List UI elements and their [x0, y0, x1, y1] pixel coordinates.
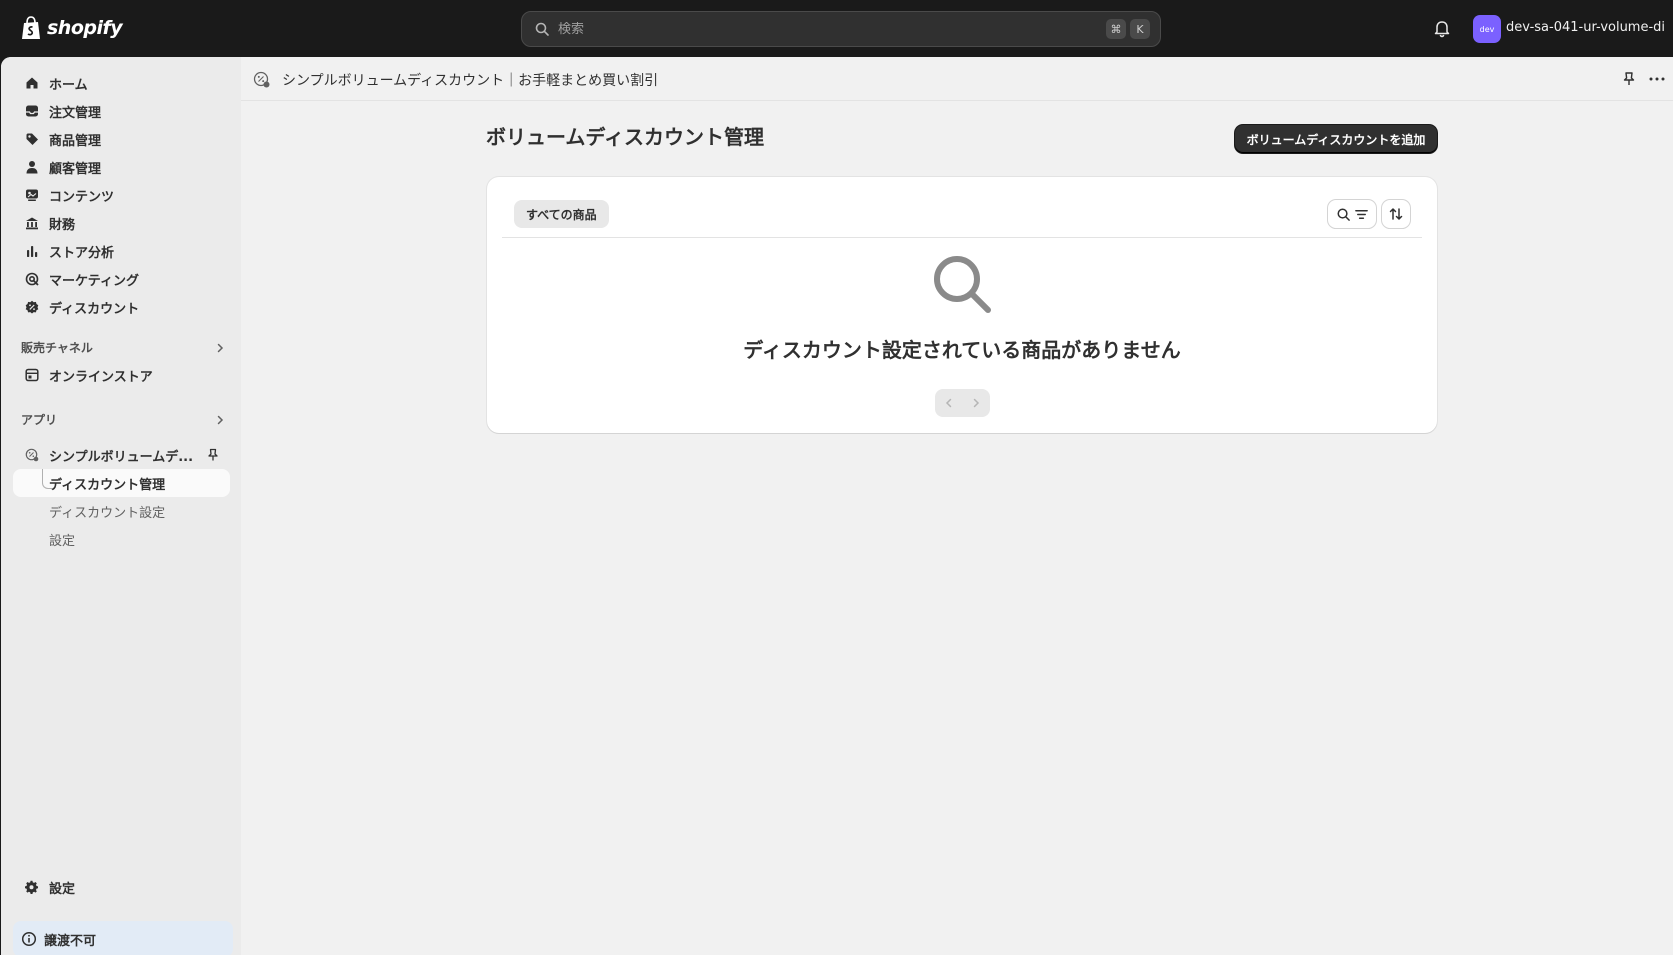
search-filter-button[interactable]	[1328, 200, 1376, 228]
tree-connector	[42, 469, 52, 489]
shopify-bag-icon	[22, 16, 40, 39]
discount-list-card: すべての商品 ディスカウント設定されている商品がありません	[487, 177, 1437, 433]
sidebar-item-label: 顧客管理	[49, 161, 102, 177]
page-title: ボリュームディスカウント管理	[486, 125, 764, 149]
more-options-icon[interactable]	[1648, 71, 1666, 87]
top-bar: shopify ⌘ K dev dev-sa-041-ur-volume-di.…	[0, 0, 1673, 57]
bell-icon[interactable]	[1432, 18, 1452, 38]
pagination	[935, 389, 990, 417]
brand-name: shopify	[47, 17, 123, 39]
sidebar-item-label: シンプルボリュームデ...	[49, 449, 194, 465]
chevron-right-icon	[217, 415, 224, 424]
sidebar-item-discounts[interactable]: ディスカウント	[13, 293, 230, 321]
gear-icon	[25, 880, 39, 894]
sidebar-item-label: ディスカウント設定	[49, 505, 166, 521]
shortcut-cmd-key: ⌘	[1106, 19, 1126, 39]
sort-button[interactable]	[1382, 200, 1410, 228]
tab-all-products[interactable]: すべての商品	[514, 200, 609, 228]
sidebar-item-label: オンラインストア	[49, 369, 153, 385]
sidebar-item-label: 財務	[49, 217, 76, 233]
sidebar-item-analytics[interactable]: ストア分析	[13, 237, 230, 265]
sidebar-subitem-discount-management[interactable]: ディスカウント管理	[13, 469, 230, 497]
sidebar-item-orders[interactable]: 注文管理	[13, 97, 230, 125]
pin-icon[interactable]	[206, 448, 220, 462]
store-icon	[25, 368, 39, 382]
magnifier-icon	[934, 256, 991, 313]
sales-channels-section[interactable]: 販売チャネル	[21, 339, 226, 356]
bank-icon	[26, 217, 38, 230]
main-content: シンプルボリュームディスカウント｜お手軽まとめ買い割引 ボリュームディスカウント…	[241, 57, 1673, 955]
inbox-icon	[26, 105, 38, 117]
sidebar-item-label: ストア分析	[49, 245, 115, 261]
sidebar-item-label: コンテンツ	[49, 189, 115, 205]
notice-label: 譲渡不可	[44, 933, 97, 949]
sidebar-item-online-store[interactable]: オンラインストア	[13, 361, 230, 389]
pin-icon[interactable]	[1621, 71, 1637, 87]
sidebar-item-label: 商品管理	[49, 133, 102, 149]
filter-icon	[1354, 209, 1368, 219]
sidebar-item-settings[interactable]: 設定	[13, 873, 230, 901]
sidebar: ホーム 注文管理 商品管理 顧客管理 コンテンツ 財務 ストア分析 マーケティン…	[1, 57, 241, 955]
shopify-logo[interactable]: shopify	[20, 16, 123, 40]
sidebar-item-label: 設定	[49, 533, 76, 549]
store-avatar[interactable]: dev	[1473, 15, 1501, 43]
chevron-right-icon	[974, 398, 980, 408]
apps-section[interactable]: アプリ	[21, 411, 226, 428]
sidebar-item-content[interactable]: コンテンツ	[13, 181, 230, 209]
empty-state-message: ディスカウント設定されている商品がありません	[743, 338, 1181, 362]
non-transferable-notice[interactable]: 譲渡不可	[13, 921, 233, 955]
sidebar-item-app[interactable]: シンプルボリュームデ...	[13, 441, 230, 469]
store-name[interactable]: dev-sa-041-ur-volume-di...	[1506, 20, 1666, 35]
sidebar-item-label: 注文管理	[49, 105, 102, 121]
bar-chart-icon	[27, 246, 38, 257]
sidebar-subitem-discount-settings[interactable]: ディスカウント設定	[13, 497, 230, 525]
content-icon	[26, 189, 38, 201]
previous-page-button[interactable]	[935, 389, 963, 417]
global-search[interactable]: ⌘ K	[521, 11, 1161, 47]
discount-icon	[25, 300, 39, 314]
sidebar-item-label: ディスカウント管理	[49, 477, 166, 493]
sidebar-item-label: ホーム	[49, 77, 88, 93]
sidebar-item-label: 設定	[49, 881, 76, 897]
next-page-button[interactable]	[963, 389, 991, 417]
chevron-left-icon	[945, 398, 951, 408]
info-icon	[21, 931, 37, 947]
search-icon	[535, 22, 549, 36]
app-header: シンプルボリュームディスカウント｜お手軽まとめ買い割引	[241, 57, 1673, 101]
shortcut-k-key: K	[1130, 19, 1150, 39]
sidebar-subitem-settings[interactable]: 設定	[13, 525, 230, 553]
search-input[interactable]	[558, 21, 1102, 37]
search-icon	[1337, 208, 1350, 221]
section-label: アプリ	[21, 413, 58, 427]
home-icon	[26, 77, 38, 89]
sidebar-item-home[interactable]: ホーム	[13, 69, 230, 97]
sidebar-item-marketing[interactable]: マーケティング	[13, 265, 230, 293]
sort-icon	[1389, 208, 1403, 220]
sidebar-item-label: マーケティング	[49, 273, 139, 289]
add-volume-discount-button[interactable]: ボリュームディスカウントを追加	[1235, 125, 1437, 153]
app-title: シンプルボリュームディスカウント｜お手軽まとめ買い割引	[282, 73, 659, 89]
sidebar-item-products[interactable]: 商品管理	[13, 125, 230, 153]
person-icon	[26, 161, 38, 174]
app-discount-icon	[253, 71, 270, 88]
app-discount-icon	[25, 448, 39, 462]
target-icon	[25, 272, 39, 286]
chevron-right-icon	[217, 343, 224, 352]
sidebar-item-label: ディスカウント	[49, 301, 140, 317]
divider	[502, 237, 1422, 238]
sidebar-item-customers[interactable]: 顧客管理	[13, 153, 230, 181]
sidebar-item-finance[interactable]: 財務	[13, 209, 230, 237]
tag-icon	[26, 133, 38, 145]
main-frame: ホーム 注文管理 商品管理 顧客管理 コンテンツ 財務 ストア分析 マーケティン…	[1, 57, 1673, 955]
section-label: 販売チャネル	[21, 341, 93, 355]
